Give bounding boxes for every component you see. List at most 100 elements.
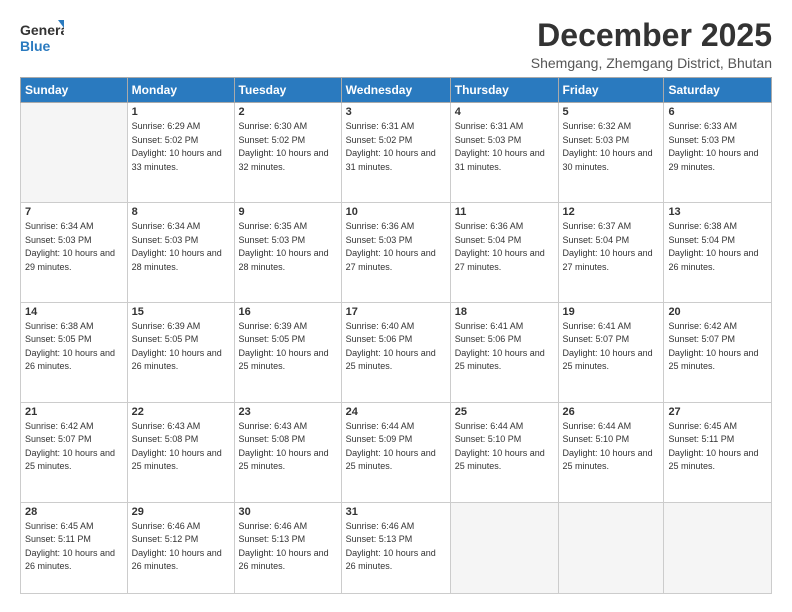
day-number: 31 [346, 506, 446, 518]
header: General Blue December 2025 Shemgang, Zhe… [20, 18, 772, 71]
table-cell: 7 Sunrise: 6:34 AM Sunset: 5:03 PM Dayli… [21, 203, 128, 303]
table-cell: 20 Sunrise: 6:42 AM Sunset: 5:07 PM Dayl… [664, 302, 772, 402]
table-cell: 18 Sunrise: 6:41 AM Sunset: 5:06 PM Dayl… [450, 302, 558, 402]
calendar-header-row: Sunday Monday Tuesday Wednesday Thursday… [21, 78, 772, 103]
col-monday: Monday [127, 78, 234, 103]
table-cell [664, 502, 772, 593]
table-cell: 15 Sunrise: 6:39 AM Sunset: 5:05 PM Dayl… [127, 302, 234, 402]
day-info: Sunrise: 6:34 AM Sunset: 5:03 PM Dayligh… [25, 220, 123, 274]
day-info: Sunrise: 6:29 AM Sunset: 5:02 PM Dayligh… [132, 120, 230, 174]
day-info: Sunrise: 6:46 AM Sunset: 5:13 PM Dayligh… [346, 520, 446, 574]
svg-text:Blue: Blue [20, 38, 51, 54]
day-info: Sunrise: 6:44 AM Sunset: 5:09 PM Dayligh… [346, 420, 446, 474]
table-cell: 2 Sunrise: 6:30 AM Sunset: 5:02 PM Dayli… [234, 103, 341, 203]
table-cell: 5 Sunrise: 6:32 AM Sunset: 5:03 PM Dayli… [558, 103, 664, 203]
table-cell: 9 Sunrise: 6:35 AM Sunset: 5:03 PM Dayli… [234, 203, 341, 303]
table-cell: 28 Sunrise: 6:45 AM Sunset: 5:11 PM Dayl… [21, 502, 128, 593]
table-cell: 19 Sunrise: 6:41 AM Sunset: 5:07 PM Dayl… [558, 302, 664, 402]
table-cell: 31 Sunrise: 6:46 AM Sunset: 5:13 PM Dayl… [341, 502, 450, 593]
table-cell: 11 Sunrise: 6:36 AM Sunset: 5:04 PM Dayl… [450, 203, 558, 303]
day-info: Sunrise: 6:39 AM Sunset: 5:05 PM Dayligh… [132, 320, 230, 374]
svg-text:General: General [20, 22, 64, 38]
day-number: 3 [346, 106, 446, 118]
table-cell: 1 Sunrise: 6:29 AM Sunset: 5:02 PM Dayli… [127, 103, 234, 203]
day-info: Sunrise: 6:36 AM Sunset: 5:04 PM Dayligh… [455, 220, 554, 274]
day-info: Sunrise: 6:41 AM Sunset: 5:07 PM Dayligh… [563, 320, 660, 374]
day-info: Sunrise: 6:45 AM Sunset: 5:11 PM Dayligh… [25, 520, 123, 574]
table-cell: 22 Sunrise: 6:43 AM Sunset: 5:08 PM Dayl… [127, 402, 234, 502]
day-number: 30 [239, 506, 337, 518]
col-tuesday: Tuesday [234, 78, 341, 103]
table-cell: 10 Sunrise: 6:36 AM Sunset: 5:03 PM Dayl… [341, 203, 450, 303]
day-info: Sunrise: 6:37 AM Sunset: 5:04 PM Dayligh… [563, 220, 660, 274]
day-info: Sunrise: 6:46 AM Sunset: 5:12 PM Dayligh… [132, 520, 230, 574]
col-saturday: Saturday [664, 78, 772, 103]
table-cell: 8 Sunrise: 6:34 AM Sunset: 5:03 PM Dayli… [127, 203, 234, 303]
day-number: 20 [668, 306, 767, 318]
day-number: 2 [239, 106, 337, 118]
calendar-table: Sunday Monday Tuesday Wednesday Thursday… [20, 77, 772, 594]
logo-svg: General Blue [20, 18, 64, 58]
day-number: 11 [455, 206, 554, 218]
table-cell: 17 Sunrise: 6:40 AM Sunset: 5:06 PM Dayl… [341, 302, 450, 402]
day-number: 28 [25, 506, 123, 518]
table-cell: 29 Sunrise: 6:46 AM Sunset: 5:12 PM Dayl… [127, 502, 234, 593]
day-info: Sunrise: 6:43 AM Sunset: 5:08 PM Dayligh… [132, 420, 230, 474]
table-cell [450, 502, 558, 593]
day-info: Sunrise: 6:33 AM Sunset: 5:03 PM Dayligh… [668, 120, 767, 174]
day-info: Sunrise: 6:38 AM Sunset: 5:05 PM Dayligh… [25, 320, 123, 374]
day-info: Sunrise: 6:36 AM Sunset: 5:03 PM Dayligh… [346, 220, 446, 274]
day-number: 12 [563, 206, 660, 218]
day-info: Sunrise: 6:34 AM Sunset: 5:03 PM Dayligh… [132, 220, 230, 274]
day-number: 24 [346, 406, 446, 418]
day-info: Sunrise: 6:31 AM Sunset: 5:02 PM Dayligh… [346, 120, 446, 174]
day-info: Sunrise: 6:35 AM Sunset: 5:03 PM Dayligh… [239, 220, 337, 274]
day-number: 16 [239, 306, 337, 318]
day-info: Sunrise: 6:42 AM Sunset: 5:07 PM Dayligh… [668, 320, 767, 374]
table-cell: 13 Sunrise: 6:38 AM Sunset: 5:04 PM Dayl… [664, 203, 772, 303]
day-number: 29 [132, 506, 230, 518]
day-number: 13 [668, 206, 767, 218]
table-cell: 4 Sunrise: 6:31 AM Sunset: 5:03 PM Dayli… [450, 103, 558, 203]
table-cell: 3 Sunrise: 6:31 AM Sunset: 5:02 PM Dayli… [341, 103, 450, 203]
day-info: Sunrise: 6:39 AM Sunset: 5:05 PM Dayligh… [239, 320, 337, 374]
day-number: 14 [25, 306, 123, 318]
day-info: Sunrise: 6:30 AM Sunset: 5:02 PM Dayligh… [239, 120, 337, 174]
table-cell: 6 Sunrise: 6:33 AM Sunset: 5:03 PM Dayli… [664, 103, 772, 203]
day-number: 1 [132, 106, 230, 118]
day-info: Sunrise: 6:42 AM Sunset: 5:07 PM Dayligh… [25, 420, 123, 474]
day-info: Sunrise: 6:45 AM Sunset: 5:11 PM Dayligh… [668, 420, 767, 474]
day-info: Sunrise: 6:44 AM Sunset: 5:10 PM Dayligh… [455, 420, 554, 474]
title-block: December 2025 Shemgang, Zhemgang Distric… [531, 18, 772, 71]
table-cell: 21 Sunrise: 6:42 AM Sunset: 5:07 PM Dayl… [21, 402, 128, 502]
day-number: 4 [455, 106, 554, 118]
table-cell: 27 Sunrise: 6:45 AM Sunset: 5:11 PM Dayl… [664, 402, 772, 502]
day-number: 21 [25, 406, 123, 418]
day-info: Sunrise: 6:43 AM Sunset: 5:08 PM Dayligh… [239, 420, 337, 474]
day-number: 17 [346, 306, 446, 318]
day-number: 15 [132, 306, 230, 318]
day-number: 8 [132, 206, 230, 218]
logo: General Blue [20, 18, 64, 58]
day-number: 19 [563, 306, 660, 318]
table-cell: 25 Sunrise: 6:44 AM Sunset: 5:10 PM Dayl… [450, 402, 558, 502]
table-cell: 12 Sunrise: 6:37 AM Sunset: 5:04 PM Dayl… [558, 203, 664, 303]
col-wednesday: Wednesday [341, 78, 450, 103]
day-info: Sunrise: 6:32 AM Sunset: 5:03 PM Dayligh… [563, 120, 660, 174]
table-cell [558, 502, 664, 593]
day-info: Sunrise: 6:44 AM Sunset: 5:10 PM Dayligh… [563, 420, 660, 474]
day-number: 6 [668, 106, 767, 118]
day-number: 5 [563, 106, 660, 118]
table-cell: 26 Sunrise: 6:44 AM Sunset: 5:10 PM Dayl… [558, 402, 664, 502]
page: General Blue December 2025 Shemgang, Zhe… [0, 0, 792, 612]
day-number: 23 [239, 406, 337, 418]
day-number: 27 [668, 406, 767, 418]
day-number: 10 [346, 206, 446, 218]
table-cell [21, 103, 128, 203]
col-friday: Friday [558, 78, 664, 103]
col-sunday: Sunday [21, 78, 128, 103]
day-number: 7 [25, 206, 123, 218]
table-cell: 24 Sunrise: 6:44 AM Sunset: 5:09 PM Dayl… [341, 402, 450, 502]
day-info: Sunrise: 6:46 AM Sunset: 5:13 PM Dayligh… [239, 520, 337, 574]
table-cell: 14 Sunrise: 6:38 AM Sunset: 5:05 PM Dayl… [21, 302, 128, 402]
